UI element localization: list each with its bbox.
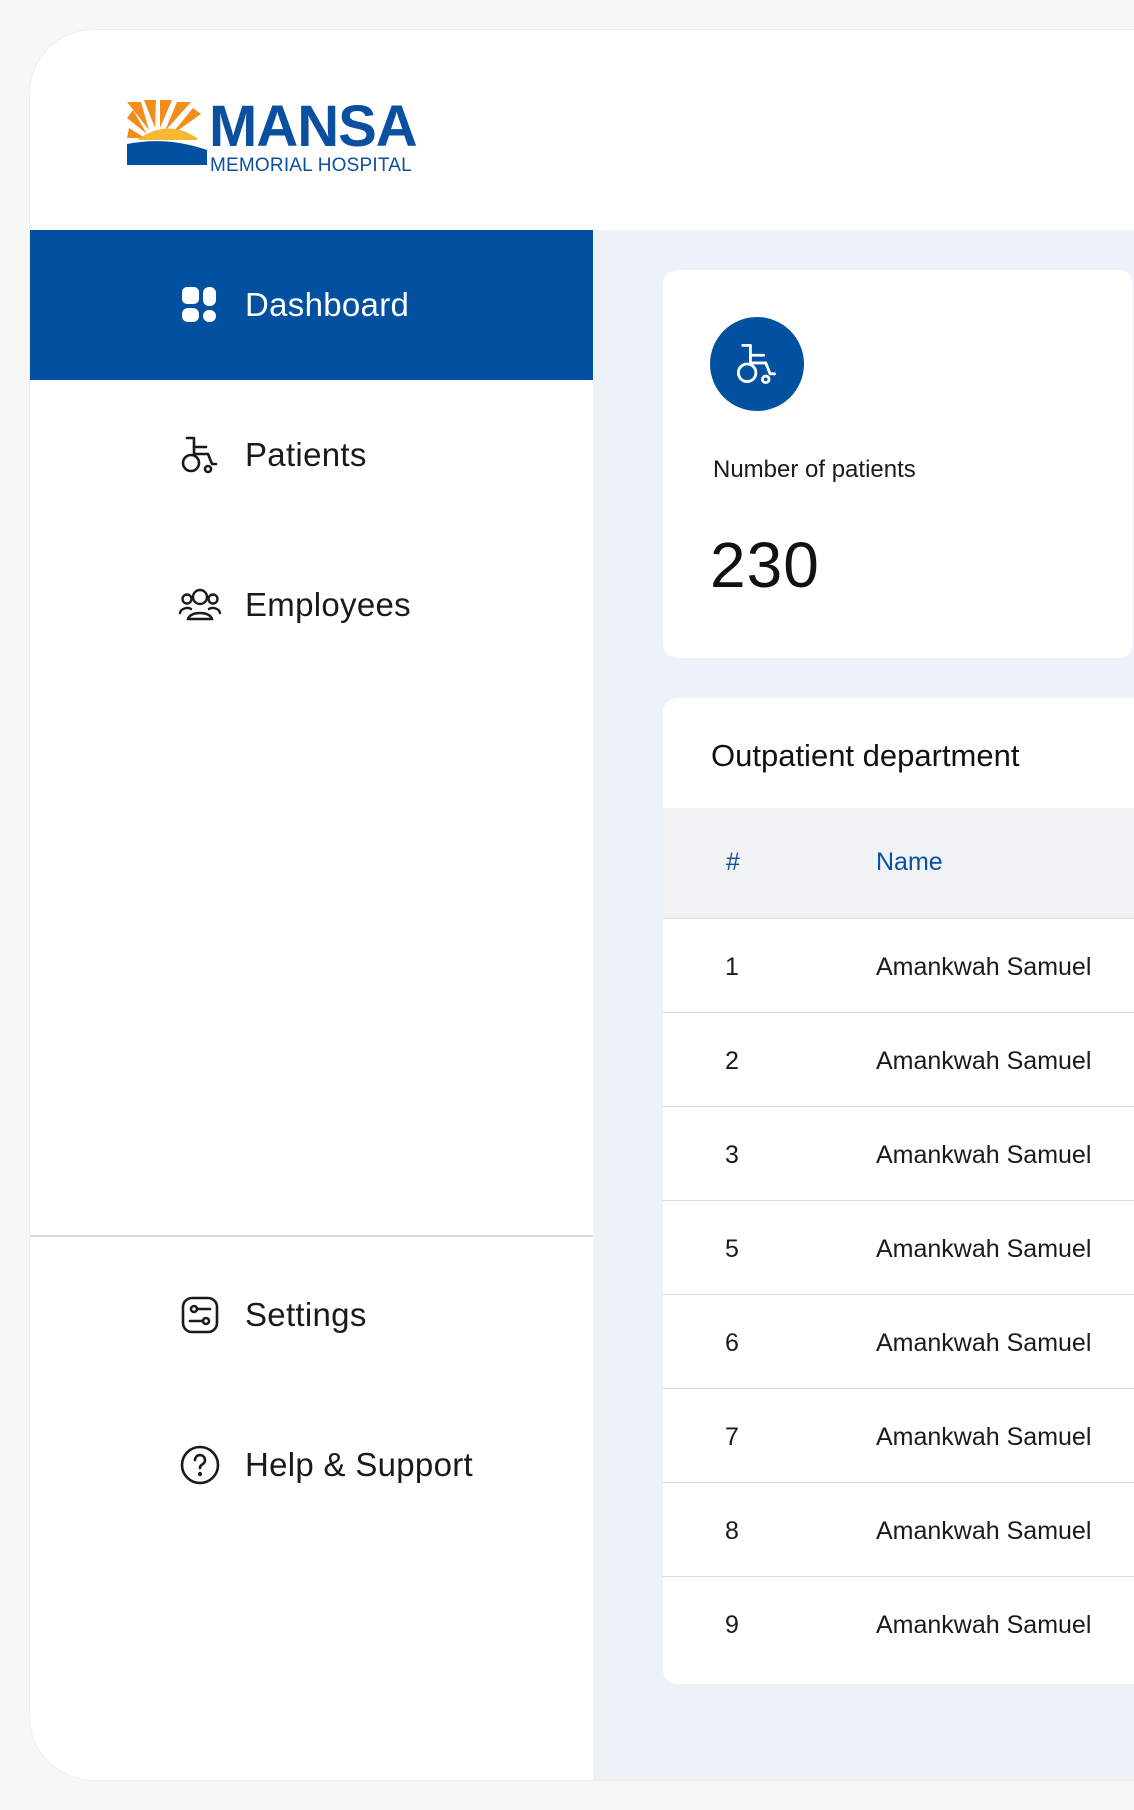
row-name: Amankwah Samuel bbox=[876, 1047, 1092, 1075]
column-header-name[interactable]: Name bbox=[876, 848, 943, 877]
sidebar-item-help-support[interactable]: Help & Support bbox=[30, 1390, 593, 1540]
app-window: MANSA MEMORIAL HOSPITAL Dashboard Patien… bbox=[30, 30, 1134, 1780]
table-row[interactable]: 7 Amankwah Samuel bbox=[663, 1388, 1134, 1482]
row-name: Amankwah Samuel bbox=[876, 1423, 1092, 1451]
sidebar-item-label: Patients bbox=[245, 436, 367, 473]
wheelchair-icon bbox=[178, 433, 222, 477]
sidebar-item-settings[interactable]: Settings bbox=[30, 1240, 593, 1390]
row-number: 1 bbox=[725, 953, 739, 981]
row-number: 9 bbox=[725, 1611, 739, 1639]
table-row[interactable]: 9 Amankwah Samuel bbox=[663, 1576, 1134, 1670]
sidebar: Dashboard Patients Employees Settings He… bbox=[30, 230, 593, 1780]
row-name: Amankwah Samuel bbox=[876, 953, 1092, 981]
table-header: # Name bbox=[663, 808, 1134, 918]
settings-icon bbox=[178, 1293, 222, 1337]
sidebar-item-patients[interactable]: Patients bbox=[30, 380, 593, 530]
sidebar-divider bbox=[30, 1235, 593, 1237]
row-name: Amankwah Samuel bbox=[876, 1517, 1092, 1545]
row-name: Amankwah Samuel bbox=[876, 1329, 1092, 1357]
hospital-logo[interactable]: MANSA MEMORIAL HOSPITAL bbox=[127, 94, 427, 180]
table-row[interactable]: 1 Amankwah Samuel bbox=[663, 918, 1134, 1012]
table-row[interactable]: 3 Amankwah Samuel bbox=[663, 1106, 1134, 1200]
sidebar-item-label: Dashboard bbox=[245, 286, 410, 323]
table-row[interactable]: 6 Amankwah Samuel bbox=[663, 1294, 1134, 1388]
table-row[interactable]: 5 Amankwah Samuel bbox=[663, 1200, 1134, 1294]
row-number: 5 bbox=[725, 1235, 739, 1263]
sidebar-item-label: Settings bbox=[245, 1296, 367, 1333]
table-title: Outpatient department bbox=[711, 738, 1020, 773]
sidebar-item-label: Employees bbox=[245, 586, 411, 623]
table-row[interactable]: 2 Amankwah Samuel bbox=[663, 1012, 1134, 1106]
main-content: Number of patients 230 Outpatient depart… bbox=[593, 230, 1134, 1780]
brand-name: MANSA bbox=[209, 94, 418, 159]
row-number: 2 bbox=[725, 1047, 739, 1075]
row-name: Amankwah Samuel bbox=[876, 1141, 1092, 1169]
sun-logo-icon bbox=[127, 100, 207, 165]
sidebar-item-employees[interactable]: Employees bbox=[30, 530, 593, 680]
row-name: Amankwah Samuel bbox=[876, 1611, 1092, 1639]
row-number: 6 bbox=[725, 1329, 739, 1357]
row-number: 8 bbox=[725, 1517, 739, 1545]
stat-value: 230 bbox=[710, 529, 820, 601]
column-header-number[interactable]: # bbox=[726, 848, 740, 877]
brand-subtitle: MEMORIAL HOSPITAL bbox=[210, 155, 412, 176]
table-row[interactable]: 8 Amankwah Samuel bbox=[663, 1482, 1134, 1576]
row-number: 7 bbox=[725, 1423, 739, 1451]
row-number: 3 bbox=[725, 1141, 739, 1169]
help-icon bbox=[178, 1443, 222, 1487]
row-name: Amankwah Samuel bbox=[876, 1235, 1092, 1263]
stat-label: Number of patients bbox=[713, 456, 916, 483]
wheelchair-icon bbox=[710, 317, 804, 411]
patients-stat-card: Number of patients 230 bbox=[663, 270, 1133, 658]
users-icon bbox=[178, 583, 222, 627]
dashboard-icon bbox=[178, 283, 222, 327]
sidebar-item-dashboard[interactable]: Dashboard bbox=[30, 230, 593, 380]
sidebar-item-label: Help & Support bbox=[245, 1446, 473, 1483]
header: MANSA MEMORIAL HOSPITAL bbox=[30, 30, 1134, 230]
outpatient-table-card: Outpatient department # Name 1 Amankwah … bbox=[663, 698, 1134, 1684]
